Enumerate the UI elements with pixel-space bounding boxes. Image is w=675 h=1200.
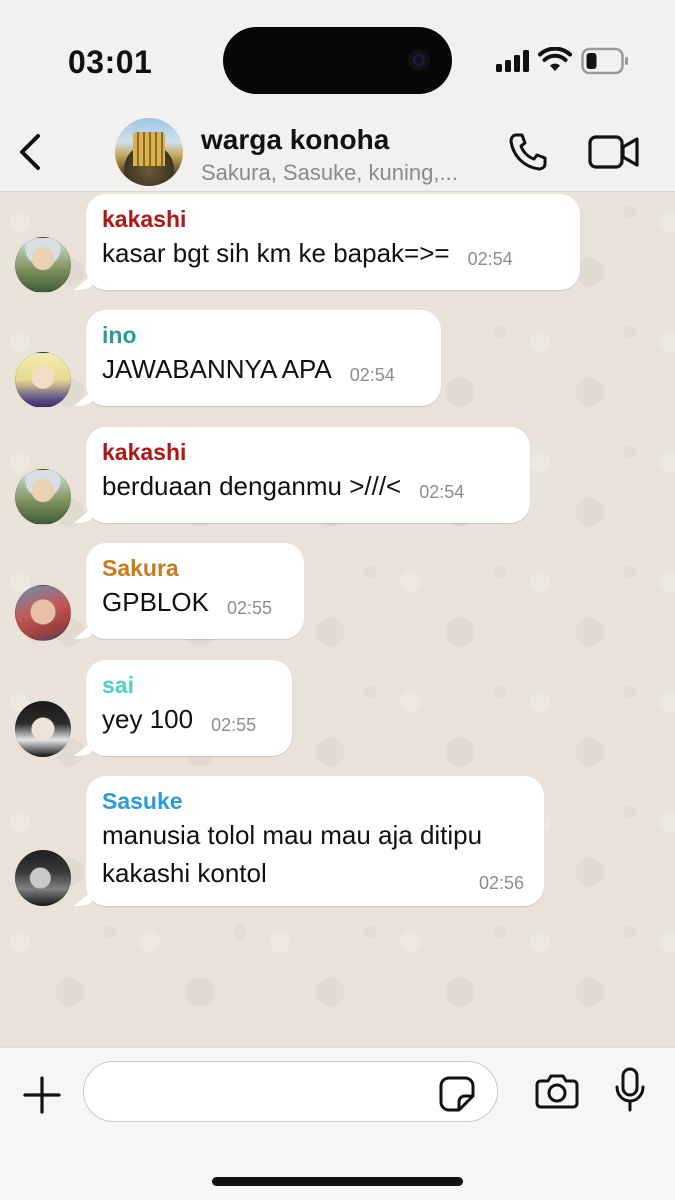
camera-icon[interactable] <box>535 1073 579 1109</box>
sender-name[interactable]: ino <box>102 320 425 350</box>
mic-icon[interactable] <box>613 1067 647 1113</box>
chat-area[interactable]: kakashi kasar bgt sih km ke bapak=>= 02:… <box>0 192 675 1047</box>
sender-name[interactable]: Sasuke <box>102 786 528 816</box>
sakura-avatar[interactable] <box>15 585 71 641</box>
message-text: kasar bgt sih km ke bapak=>= <box>102 238 450 268</box>
message-bubble[interactable]: sai yey 100 02:55 <box>86 660 292 756</box>
kakashi-avatar[interactable] <box>15 237 71 293</box>
message-input[interactable] <box>83 1061 498 1122</box>
call-icon[interactable] <box>507 131 549 173</box>
wifi-icon <box>538 47 572 71</box>
message-time: 02:55 <box>211 715 257 735</box>
sender-name[interactable]: kakashi <box>102 204 564 234</box>
back-icon[interactable] <box>14 132 48 172</box>
message-time: 02:54 <box>467 249 513 269</box>
sasuke-avatar[interactable] <box>15 850 71 906</box>
message-bubble[interactable]: kakashi berduaan denganmu >///< 02:54 <box>86 427 530 523</box>
message-bubble[interactable]: ino JAWABANNYA APA 02:54 <box>86 310 441 406</box>
message-text: JAWABANNYA APA <box>102 354 332 384</box>
message-bubble[interactable]: Sasuke manusia tolol mau mau aja ditipu … <box>86 776 544 906</box>
message-bubble[interactable]: Sakura GPBLOK 02:55 <box>86 543 304 639</box>
home-indicator[interactable] <box>212 1177 463 1186</box>
message-time: 02:54 <box>349 365 395 385</box>
status-time: 03:01 <box>68 44 153 80</box>
message-text: GPBLOK <box>102 587 209 617</box>
message-text: yey 100 <box>102 704 194 734</box>
input-bar <box>0 1047 675 1200</box>
sender-name[interactable]: Sakura <box>102 553 288 583</box>
plus-icon[interactable] <box>22 1075 62 1115</box>
message-time: 02:55 <box>226 598 272 618</box>
message-text-line-2: kakashi kontol <box>102 858 267 888</box>
video-icon[interactable] <box>588 134 640 170</box>
signal-icon <box>496 50 529 72</box>
message-text-line-1: manusia tolol mau mau aja ditipu <box>102 820 483 850</box>
group-members[interactable]: Sakura, Sasuke, kuning,... <box>201 160 491 186</box>
sai-avatar[interactable] <box>15 701 71 757</box>
dynamic-island <box>223 27 452 94</box>
status-bar: 03:01 <box>0 0 675 118</box>
group-title[interactable]: warga konoha <box>201 124 389 156</box>
sender-name[interactable]: sai <box>102 670 276 700</box>
group-avatar-image <box>133 132 165 166</box>
message-bubble[interactable]: kakashi kasar bgt sih km ke bapak=>= 02:… <box>86 194 580 290</box>
kakashi-avatar[interactable] <box>15 469 71 525</box>
message-time: 02:56 <box>478 873 524 893</box>
group-avatar[interactable] <box>115 118 183 186</box>
front-camera-icon <box>408 49 430 71</box>
chat-header: warga konoha Sakura, Sasuke, kuning,... <box>0 112 675 192</box>
ino-avatar[interactable] <box>15 352 71 408</box>
message-text: berduaan denganmu >///< <box>102 471 402 501</box>
message-time: 02:54 <box>419 482 465 502</box>
battery-icon <box>581 47 628 75</box>
sticker-icon[interactable] <box>439 1076 475 1112</box>
sender-name[interactable]: kakashi <box>102 437 514 467</box>
